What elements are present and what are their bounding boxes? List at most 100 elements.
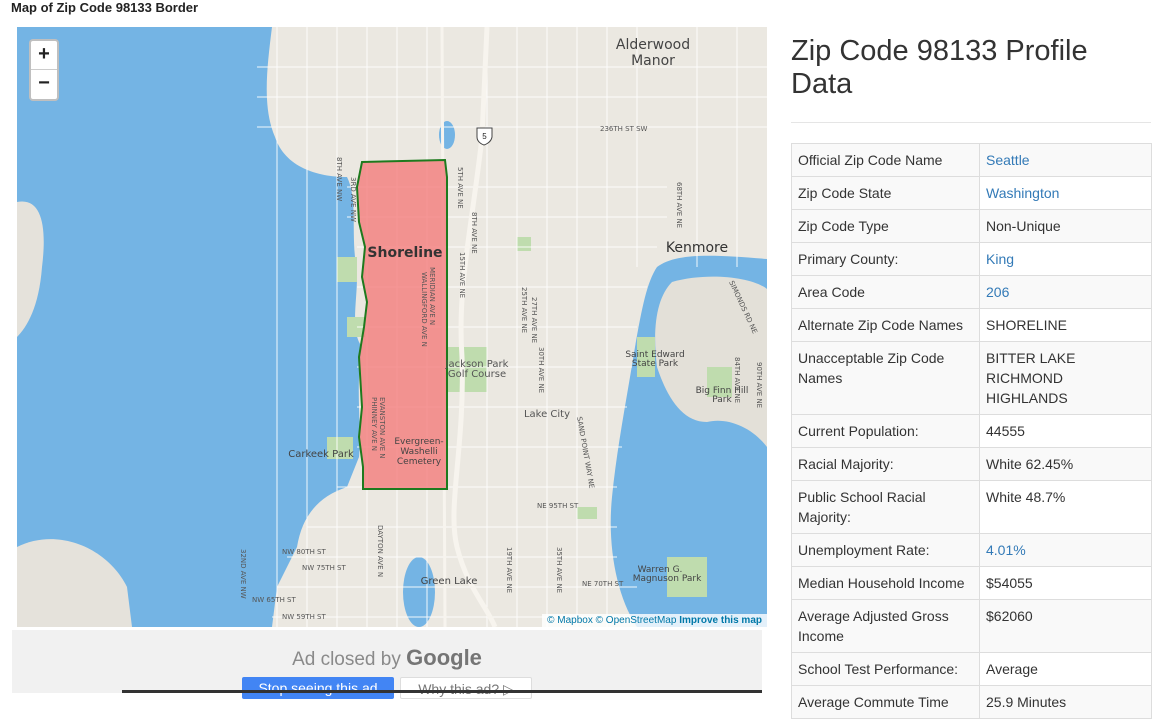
row-label: Average Commute Time xyxy=(791,685,980,719)
title-divider xyxy=(791,122,1151,123)
row-value: Non-Unique xyxy=(979,209,1152,243)
street-3rd-nw: 3RD AVE NW xyxy=(349,177,357,222)
row-value-link[interactable]: Seattle xyxy=(986,152,1030,168)
street-5th-ave: 5TH AVE NE xyxy=(456,167,464,209)
row-label: Current Population: xyxy=(791,414,980,448)
place-green-lake: Green Lake xyxy=(421,576,478,587)
street-84th-ave: 84TH AVE NE xyxy=(733,357,741,403)
row-value: 25.9 Minutes xyxy=(979,685,1152,719)
google-logo: Google xyxy=(406,645,482,670)
row-value: BITTER LAKE RICHMOND HIGHLANDS xyxy=(979,341,1152,415)
row-value: SHORELINE xyxy=(979,308,1152,342)
row-label: Official Zip Code Name xyxy=(791,143,980,177)
row-value: 44555 xyxy=(979,414,1152,448)
map-attribution: © Mapbox © OpenStreetMap Improve this ma… xyxy=(542,614,767,627)
zoom-out-button[interactable]: − xyxy=(31,70,57,99)
row-value: Average xyxy=(979,652,1152,686)
why-this-ad-button[interactable]: Why this ad? ▷ xyxy=(400,677,532,699)
row-label: Median Household Income xyxy=(791,566,980,600)
place-manor: Manor xyxy=(631,53,675,69)
street-8th-ave: 8TH AVE NE xyxy=(470,212,478,254)
table-row: School Test Performance: Average xyxy=(791,652,1152,686)
table-row: Area Code 206 xyxy=(791,275,1152,309)
osm-link[interactable]: © OpenStreetMap xyxy=(596,615,677,626)
table-row: Average Commute Time 25.9 Minutes xyxy=(791,685,1152,719)
place-washelli: Washelli xyxy=(400,447,437,457)
street-32nd-nw: 32ND AVE NW xyxy=(239,549,247,599)
row-label: Primary County: xyxy=(791,242,980,276)
row-value: King xyxy=(979,242,1152,276)
row-value: White 48.7% xyxy=(979,480,1152,534)
street-90th-ave: 90TH AVE NE xyxy=(755,362,763,408)
place-carkeek: Carkeek Park xyxy=(288,449,354,460)
row-label: Alternate Zip Code Names xyxy=(791,308,980,342)
street-ne70: NE 70TH ST xyxy=(582,580,624,588)
row-label: Unemployment Rate: xyxy=(791,533,980,567)
table-row: Official Zip Code Name Seattle xyxy=(791,143,1152,177)
street-68th-ave: 68TH AVE NE xyxy=(675,182,683,228)
street-8th-nw: 8TH AVE NW xyxy=(335,157,343,201)
table-row: Current Population: 44555 xyxy=(791,414,1152,448)
street-meridian: MERIDIAN AVE N xyxy=(428,267,436,325)
street-15th-ave: 15TH AVE NE xyxy=(458,252,466,298)
place-golf-course: Golf Course xyxy=(448,369,506,380)
row-label: Zip Code State xyxy=(791,176,980,210)
street-dayton: DAYTON AVE N xyxy=(376,525,384,577)
row-value: 206 xyxy=(979,275,1152,309)
table-row: Median Household Income $54055 xyxy=(791,566,1152,600)
row-value-link[interactable]: 206 xyxy=(986,284,1009,300)
row-value-link[interactable]: 4.01% xyxy=(986,542,1026,558)
street-19th-ave: 19TH AVE NE xyxy=(505,547,513,593)
mapbox-link[interactable]: © Mapbox xyxy=(547,615,593,626)
table-row: Unacceptable Zip Code Names BITTER LAKE R… xyxy=(791,341,1152,415)
row-label: School Test Performance: xyxy=(791,652,980,686)
table-row: Unemployment Rate: 4.01% xyxy=(791,533,1152,567)
improve-map-link[interactable]: Improve this map xyxy=(679,615,762,626)
row-value: White 62.45% xyxy=(979,447,1152,481)
street-evanston: EVANSTON AVE N xyxy=(378,397,386,459)
table-row: Average Adjusted Gross Income $62060 xyxy=(791,599,1152,653)
street-27th-ave: 27TH AVE NE xyxy=(530,297,538,343)
row-value: Seattle xyxy=(979,143,1152,177)
street-ne95: NE 95TH ST xyxy=(537,502,579,510)
row-value-link[interactable]: Washington xyxy=(986,185,1059,201)
row-value-link[interactable]: King xyxy=(986,251,1014,267)
stop-seeing-ad-button[interactable]: Stop seeing this ad xyxy=(242,677,394,699)
row-value: 4.01% xyxy=(979,533,1152,567)
ad-closed-text: Ad closed by Google xyxy=(12,645,762,671)
place-cemetery: Cemetery xyxy=(397,457,442,467)
row-label: Area Code xyxy=(791,275,980,309)
profile-title: Zip Code 98133 Profile Data xyxy=(791,35,1088,100)
zoom-control: + − xyxy=(29,39,59,101)
table-row: Zip Code State Washington xyxy=(791,176,1152,210)
svg-text:5: 5 xyxy=(482,132,487,141)
row-value: $54055 xyxy=(979,566,1152,600)
street-30th-ave: 30TH AVE NE xyxy=(537,347,545,393)
street-35th-ave: 35TH AVE NE xyxy=(555,547,563,593)
table-row: Alternate Zip Code Names SHORELINE xyxy=(791,308,1152,342)
table-row: Public School Racial Majority: White 48.7… xyxy=(791,480,1152,534)
street-nw80: NW 80TH ST xyxy=(282,548,326,556)
place-state-park: State Park xyxy=(632,359,679,369)
row-label: Public School Racial Majority: xyxy=(791,480,980,534)
place-park: Park xyxy=(712,395,732,405)
table-row: Racial Majority: White 62.45% xyxy=(791,447,1152,481)
row-label: Racial Majority: xyxy=(791,447,980,481)
zip-border-map[interactable]: 5 Alderwood Manor Kenmore Shoreline Jack… xyxy=(17,27,767,627)
place-shoreline: Shoreline xyxy=(367,245,442,261)
place-kenmore: Kenmore xyxy=(666,240,728,256)
row-value: $62060 xyxy=(979,599,1152,653)
street-236th: 236TH ST SW xyxy=(600,125,648,133)
table-row: Primary County: King xyxy=(791,242,1152,276)
ad-closed-label: Ad closed by xyxy=(292,649,401,670)
map-canvas[interactable]: 5 Alderwood Manor Kenmore Shoreline Jack… xyxy=(17,27,767,627)
street-phinney: PHINNEY AVE N xyxy=(370,397,378,451)
street-nw75: NW 75TH ST xyxy=(302,564,346,572)
place-magnuson: Magnuson Park xyxy=(633,574,702,584)
ad-closed-panel: Ad closed by Google Stop seeing this ad … xyxy=(12,630,762,699)
place-evergreen: Evergreen- xyxy=(394,437,443,447)
place-lake-city: Lake City xyxy=(524,409,570,420)
street-25th-ave: 25TH AVE NE xyxy=(520,287,528,333)
street-nw59: NW 59TH ST xyxy=(282,613,326,621)
zoom-in-button[interactable]: + xyxy=(31,41,57,70)
